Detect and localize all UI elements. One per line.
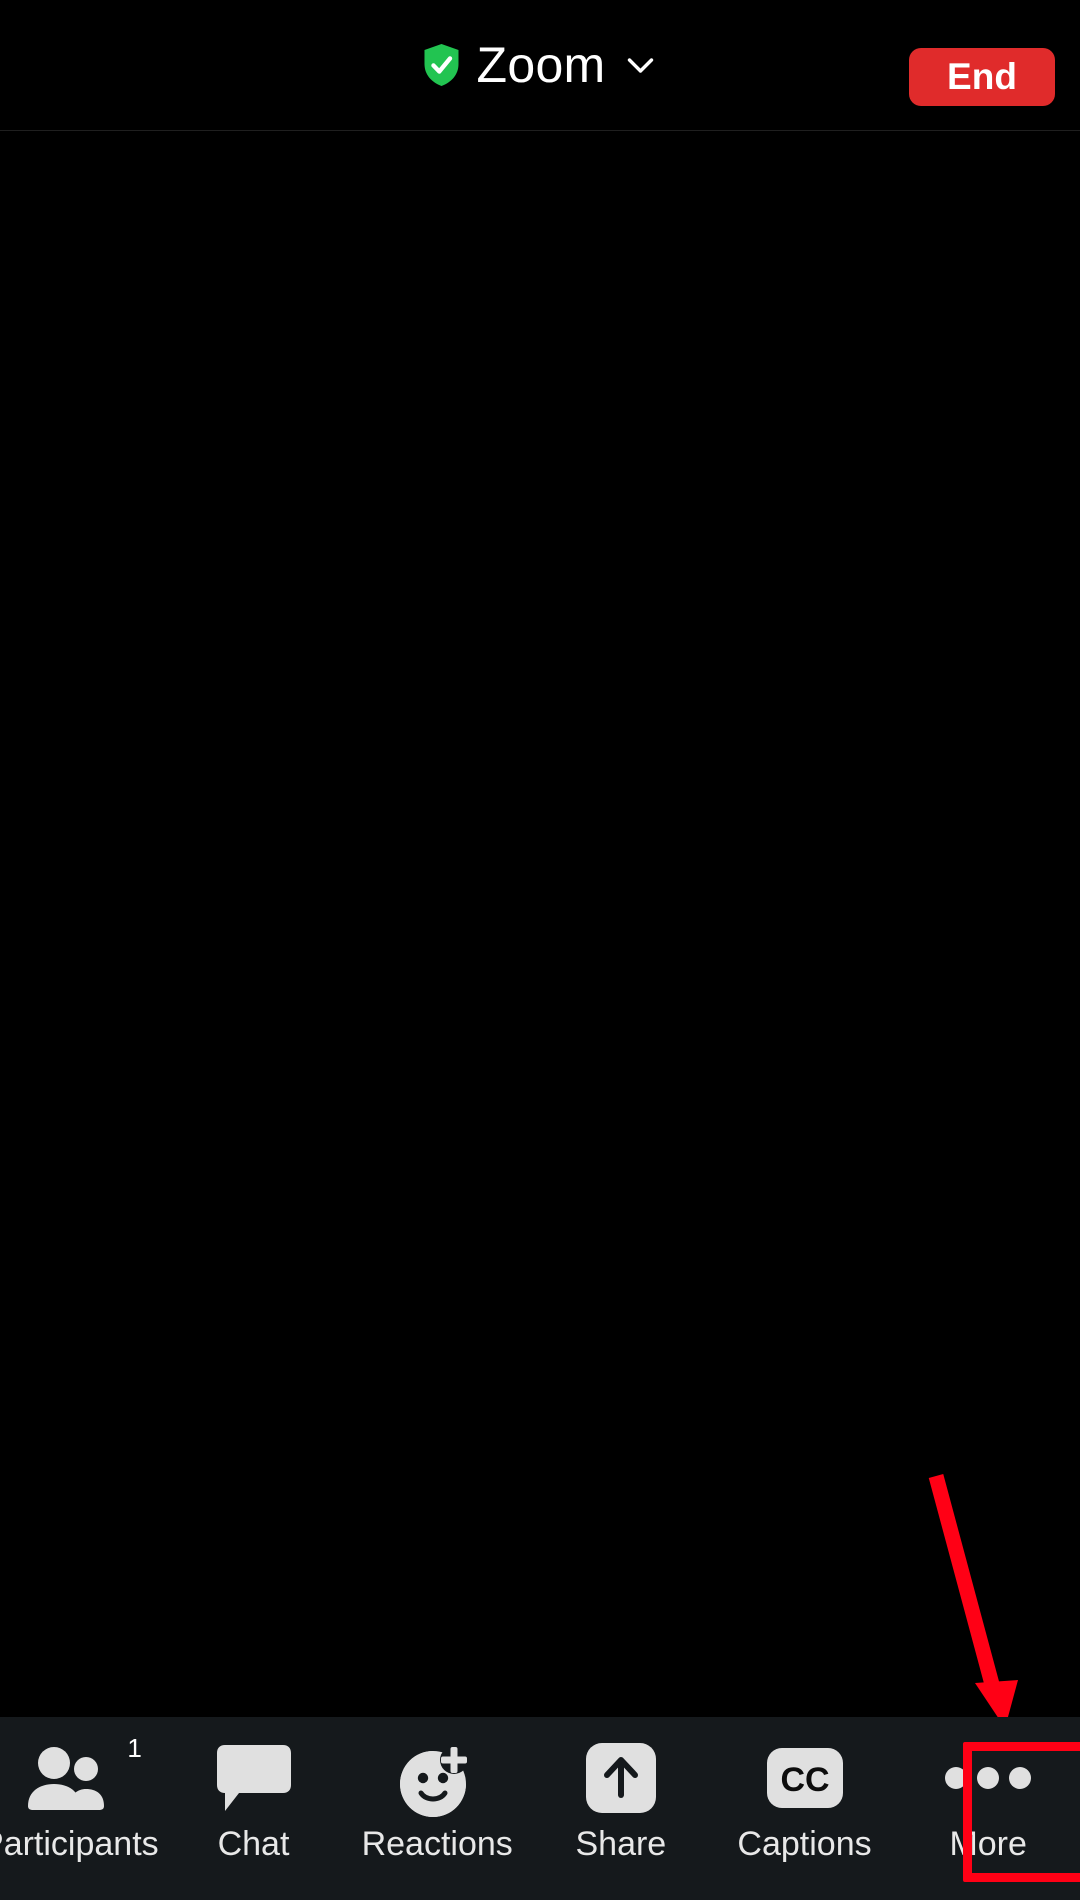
zoom-meeting-screen: Zoom End 1 Participants bbox=[0, 0, 1080, 1900]
end-meeting-button[interactable]: End bbox=[909, 48, 1055, 106]
toolbar-item-chat[interactable]: Chat bbox=[162, 1739, 346, 1861]
toolbar-label-more: More bbox=[949, 1825, 1027, 1863]
meeting-title: Zoom bbox=[476, 37, 606, 93]
more-dots-icon bbox=[945, 1767, 1032, 1789]
toolbar-item-participants[interactable]: 1 Participants bbox=[0, 1735, 162, 1863]
toolbar-item-more[interactable]: More bbox=[896, 1739, 1080, 1861]
shield-check-icon bbox=[424, 44, 459, 86]
participants-icon-wrap: 1 bbox=[24, 1735, 142, 1817]
chevron-down-icon bbox=[627, 58, 654, 73]
participants-count-badge: 1 bbox=[127, 1733, 142, 1763]
participants-icon bbox=[27, 1747, 104, 1810]
toolbar-item-share[interactable]: Share bbox=[529, 1739, 713, 1861]
captions-icon-wrap: CC bbox=[766, 1739, 844, 1817]
reactions-icon-wrap bbox=[397, 1739, 477, 1817]
chat-bubble-icon bbox=[216, 1745, 291, 1811]
toolbar-label-share: Share bbox=[575, 1825, 667, 1863]
meeting-toolbar: 1 Participants Chat bbox=[0, 1717, 1080, 1900]
toolbar-label-participants: Participants bbox=[0, 1825, 159, 1863]
toolbar-item-captions[interactable]: CC Captions bbox=[713, 1739, 897, 1861]
reactions-smiley-plus-icon bbox=[400, 1746, 469, 1817]
more-icon-wrap bbox=[945, 1739, 1032, 1817]
meeting-title-group[interactable]: Zoom bbox=[422, 40, 657, 90]
closed-captions-icon: CC bbox=[766, 1748, 843, 1808]
video-stage[interactable] bbox=[0, 131, 1080, 1717]
share-icon-wrap bbox=[585, 1739, 657, 1817]
meeting-header: Zoom End bbox=[0, 0, 1080, 131]
chat-icon-wrap bbox=[215, 1739, 293, 1817]
toolbar-label-captions: Captions bbox=[737, 1825, 872, 1863]
toolbar-label-chat: Chat bbox=[217, 1825, 290, 1863]
toolbar-label-reactions: Reactions bbox=[361, 1825, 513, 1863]
share-up-arrow-icon bbox=[585, 1743, 656, 1813]
svg-text:CC: CC bbox=[780, 1761, 829, 1799]
toolbar-item-reactions[interactable]: Reactions bbox=[345, 1739, 529, 1861]
